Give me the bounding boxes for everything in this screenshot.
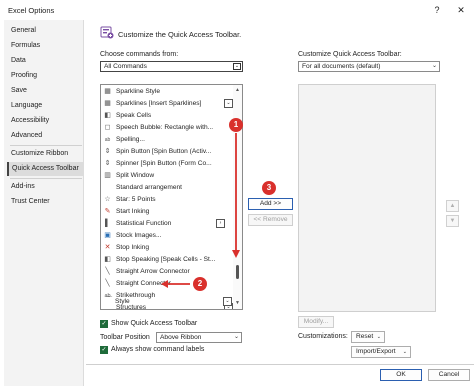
toolbar-commands-list[interactable] bbox=[298, 84, 436, 312]
footer-divider bbox=[86, 364, 474, 365]
chevron-down-icon: ⌄ bbox=[402, 349, 407, 355]
annotation-badge-2: 2 bbox=[193, 277, 207, 291]
import-export-button[interactable]: Import/Export ⌄ bbox=[351, 346, 411, 358]
toolbar-position-label: Toolbar Position bbox=[100, 334, 150, 341]
add-button[interactable]: Add >> bbox=[248, 198, 293, 210]
always-show-labels-checkbox[interactable]: ✓ bbox=[100, 346, 108, 354]
reset-button[interactable]: Reset ⌄ bbox=[351, 331, 385, 343]
annotation-badge-1: 1 bbox=[229, 118, 243, 132]
move-down-button[interactable]: ▼ bbox=[446, 215, 459, 227]
customize-toolbar-value: For all documents (default) bbox=[302, 63, 381, 70]
ok-button[interactable]: OK bbox=[380, 369, 422, 381]
annotation-badge-3: 3 bbox=[262, 181, 276, 195]
cancel-button[interactable]: Cancel bbox=[428, 369, 470, 381]
show-toolbar-checkbox[interactable]: ✓ bbox=[100, 320, 108, 328]
chevron-down-icon: ⌄ bbox=[431, 63, 437, 69]
chevron-down-icon: ⌄ bbox=[376, 334, 381, 340]
annotation-arrowhead-down bbox=[232, 250, 240, 258]
toolbar-position-value: Above Ribbon bbox=[160, 334, 202, 341]
always-show-labels-label: Always show command labels bbox=[111, 346, 205, 353]
annotation-arrowhead-left bbox=[161, 280, 168, 288]
move-up-button[interactable]: ▲ bbox=[446, 200, 459, 212]
show-toolbar-label: Show Quick Access Toolbar bbox=[111, 320, 198, 327]
modify-button[interactable]: Modify... bbox=[298, 316, 334, 328]
customize-toolbar-dropdown[interactable]: For all documents (default) ⌄ bbox=[298, 61, 440, 72]
chevron-down-icon: ⌄ bbox=[233, 334, 239, 340]
customize-toolbar-label: Customize Quick Access Toolbar: bbox=[298, 51, 402, 58]
customizations-label: Customizations: bbox=[298, 333, 348, 340]
remove-button[interactable]: << Remove bbox=[248, 214, 293, 226]
toolbar-position-dropdown[interactable]: Above Ribbon ⌄ bbox=[156, 332, 242, 343]
